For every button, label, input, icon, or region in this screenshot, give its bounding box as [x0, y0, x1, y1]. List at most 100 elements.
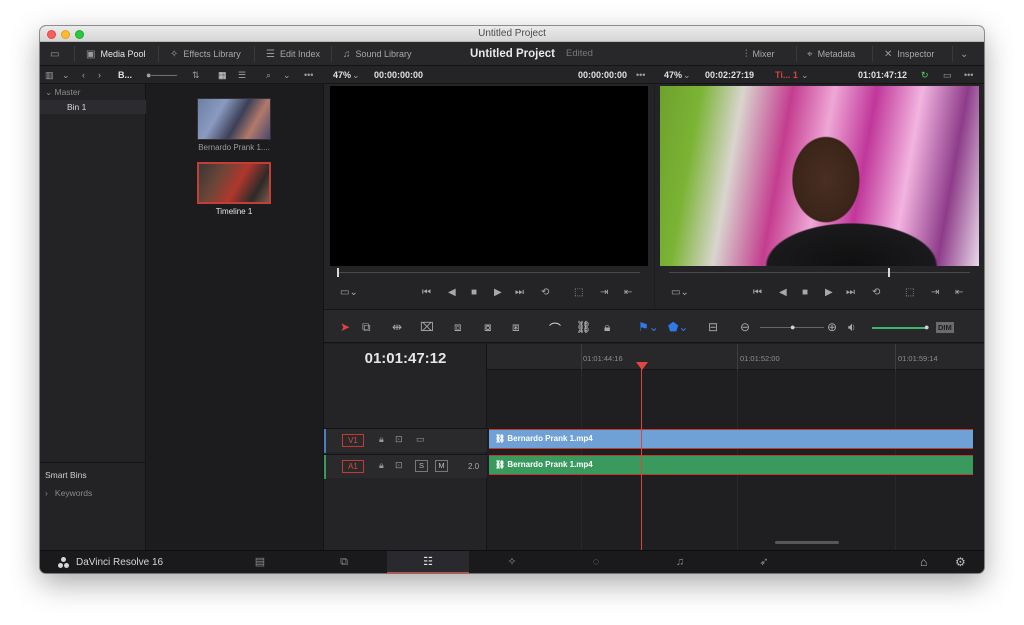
- jump-end-icon[interactable]: ⏭: [846, 287, 855, 298]
- zoom-slider-handle[interactable]: ●: [790, 322, 795, 332]
- stop-icon[interactable]: ■: [802, 287, 808, 298]
- timeline-playhead[interactable]: [641, 366, 642, 550]
- metadata-button[interactable]: ⌖ Metadata: [807, 42, 855, 66]
- link-icon[interactable]: ⛓: [576, 320, 591, 334]
- master-bin[interactable]: ⌄ Master: [45, 87, 80, 98]
- playhead-handle[interactable]: [636, 362, 648, 370]
- keywords-bin[interactable]: › Keywords: [45, 488, 92, 498]
- mark-in-icon[interactable]: ⇥: [600, 287, 608, 298]
- inspector-button[interactable]: ✕ Inspector: [884, 42, 934, 66]
- sort-icon[interactable]: ⇅: [192, 66, 200, 84]
- horizontal-scrollbar[interactable]: [775, 541, 839, 544]
- replace-clip-icon[interactable]: ⧆: [512, 320, 520, 335]
- fusion-page-icon[interactable]: ✧: [471, 551, 553, 573]
- blade-tool-icon[interactable]: ⌧: [420, 320, 434, 334]
- volume-slider-handle[interactable]: ●: [924, 322, 929, 332]
- search-icon[interactable]: ⌕: [266, 66, 271, 84]
- clip-view-icon[interactable]: ▭⌄: [671, 287, 689, 298]
- lock-icon[interactable]: 🔒︎: [604, 320, 610, 335]
- media-page-icon[interactable]: ▤: [219, 551, 301, 573]
- overwrite-clip-icon[interactable]: ⧇: [484, 320, 492, 335]
- zoom-in-icon[interactable]: ⊕: [827, 320, 837, 334]
- stop-icon[interactable]: ■: [471, 287, 477, 298]
- timeline-viewer-playhead[interactable]: [888, 268, 890, 277]
- auto-select-icon[interactable]: ⊡: [395, 460, 403, 471]
- effects-library-button[interactable]: ✧ Effects Library: [170, 42, 241, 66]
- selection-tool-icon[interactable]: ➤: [340, 320, 350, 334]
- track-name-a1[interactable]: A1: [342, 460, 364, 473]
- track-lock-icon[interactable]: 🔒︎: [379, 434, 384, 445]
- edit-index-button[interactable]: ☰ Edit Index: [266, 42, 320, 66]
- volume-icon[interactable]: 🔉︎: [848, 320, 856, 335]
- more-options-icon[interactable]: •••: [964, 66, 973, 84]
- jump-start-icon[interactable]: ⏮: [422, 287, 431, 298]
- more-options-icon[interactable]: •••: [636, 66, 645, 84]
- play-icon[interactable]: ▶: [494, 287, 502, 298]
- snapping-icon[interactable]: ⌒: [549, 320, 561, 337]
- timeline-clip[interactable]: Timeline 1: [196, 162, 272, 216]
- insert-clip-icon[interactable]: ⧈: [454, 320, 462, 335]
- track-name-v1[interactable]: V1: [342, 434, 364, 447]
- play-icon[interactable]: ▶: [825, 287, 833, 298]
- program-zoom[interactable]: 47%: [664, 66, 682, 84]
- source-zoom[interactable]: 47%: [333, 66, 351, 84]
- mark-in-icon[interactable]: ⇥: [931, 287, 939, 298]
- sync-icon[interactable]: ↻: [921, 66, 929, 84]
- timeline-tracks[interactable]: 01:01:44:16 01:01:52:00 01:01:59:14 ⛓ Be…: [487, 344, 984, 550]
- timeline-ruler[interactable]: 01:01:44:16 01:01:52:00 01:01:59:14: [487, 344, 984, 370]
- color-page-icon[interactable]: ◌: [555, 551, 637, 573]
- media-pool-button[interactable]: ▣ Media Pool: [86, 42, 145, 66]
- edit-page-icon[interactable]: ☷: [387, 551, 469, 573]
- jump-end-icon[interactable]: ⏭: [515, 287, 524, 298]
- bin-name[interactable]: B...: [118, 66, 132, 84]
- match-frame-icon[interactable]: ⬚: [905, 287, 914, 298]
- viewer-mode-icon[interactable]: ▭: [943, 66, 952, 84]
- thumbnail-size-slider[interactable]: ●────: [146, 66, 177, 84]
- detail-zoom-icon[interactable]: ⊟: [708, 320, 718, 334]
- mark-out-icon[interactable]: ⇤: [955, 287, 963, 298]
- auto-select-icon[interactable]: ⊡: [395, 434, 403, 445]
- solo-button[interactable]: S: [415, 460, 428, 472]
- jump-start-icon[interactable]: ⏮: [753, 287, 762, 298]
- loop-icon[interactable]: ⟲: [872, 287, 880, 298]
- mixer-button[interactable]: ⫶ Mixer: [745, 42, 775, 66]
- match-frame-icon[interactable]: ⬚: [574, 287, 583, 298]
- audio-clip[interactable]: ⛓ Bernardo Prank 1.mp4: [489, 455, 973, 475]
- bin-1[interactable]: Bin 1: [40, 100, 146, 114]
- source-playhead[interactable]: [337, 268, 339, 277]
- list-view-icon[interactable]: ☰: [238, 66, 246, 84]
- collapse-icon[interactable]: ⌄: [960, 42, 973, 66]
- clip-view-icon[interactable]: ▭⌄: [340, 287, 358, 298]
- panel-toggle-icon[interactable]: ▥: [45, 66, 54, 84]
- chevron-down-icon[interactable]: ⌄: [352, 66, 360, 84]
- mute-button[interactable]: M: [435, 460, 448, 472]
- source-scrubber[interactable]: [338, 272, 640, 273]
- mark-out-icon[interactable]: ⇤: [624, 287, 632, 298]
- back-icon[interactable]: ‹: [82, 66, 85, 84]
- reverse-icon[interactable]: ◀: [448, 287, 456, 298]
- chevron-down-icon[interactable]: ⌄: [62, 66, 70, 84]
- chevron-down-icon[interactable]: ⌄: [683, 66, 691, 84]
- track-lock-icon[interactable]: 🔒︎: [379, 460, 384, 471]
- track-visibility-icon[interactable]: ▭: [416, 434, 425, 445]
- marker-icon[interactable]: ⬟⌄: [668, 320, 688, 334]
- workspace-icon[interactable]: ▭: [50, 42, 64, 66]
- chevron-down-icon[interactable]: ⌄: [801, 66, 809, 84]
- cut-page-icon[interactable]: ⧉: [303, 551, 385, 573]
- loop-icon[interactable]: ⟲: [541, 287, 549, 298]
- zoom-out-icon[interactable]: ⊖: [740, 320, 750, 334]
- dim-button[interactable]: DIM: [936, 322, 954, 333]
- volume-slider[interactable]: [872, 327, 928, 329]
- fairlight-page-icon[interactable]: ♫: [639, 551, 721, 573]
- timeline-scrubber[interactable]: [669, 272, 970, 273]
- video-clip[interactable]: ⛓ Bernardo Prank 1.mp4: [489, 429, 973, 449]
- sound-library-button[interactable]: ♫ Sound Library: [343, 42, 412, 66]
- chevron-down-icon[interactable]: ⌄: [283, 66, 291, 84]
- flag-icon[interactable]: ⚑⌄: [638, 320, 659, 334]
- forward-icon[interactable]: ›: [98, 66, 101, 84]
- grid-view-icon[interactable]: ▦: [218, 66, 227, 84]
- home-icon[interactable]: ⌂: [920, 551, 927, 573]
- deliver-page-icon[interactable]: ➶: [723, 551, 805, 573]
- timeline-selector[interactable]: Ti... 1: [775, 66, 798, 84]
- dynamic-trim-icon[interactable]: ⇹: [392, 320, 402, 334]
